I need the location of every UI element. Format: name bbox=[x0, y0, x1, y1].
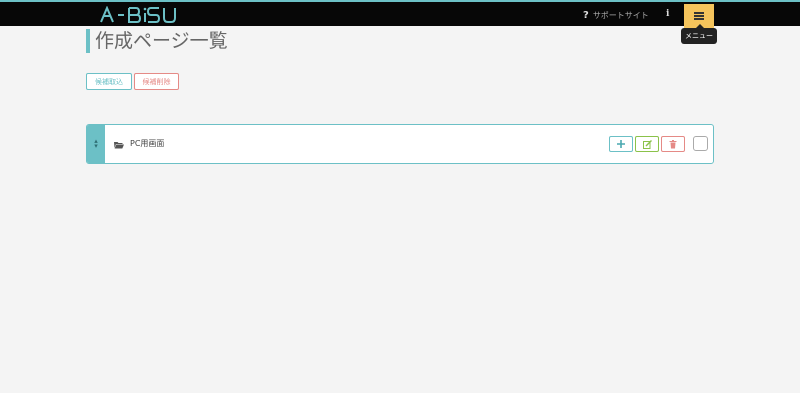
support-site-link[interactable]: ? サポートサイト bbox=[583, 7, 649, 23]
question-icon: ? bbox=[583, 9, 589, 21]
delete-button[interactable] bbox=[661, 136, 685, 152]
delete-candidates-button[interactable]: 候補削除 bbox=[134, 73, 179, 90]
logo[interactable] bbox=[99, 5, 187, 25]
sort-down-icon: ▾ bbox=[94, 142, 98, 150]
import-candidates-button[interactable]: 候補取込 bbox=[86, 73, 132, 90]
menu-tooltip: メニュー bbox=[681, 24, 717, 44]
hamburger-icon bbox=[694, 12, 704, 20]
plus-icon bbox=[617, 140, 625, 148]
a-bisu-logo bbox=[100, 6, 176, 23]
info-icon[interactable]: i bbox=[666, 9, 669, 19]
edit-icon bbox=[642, 139, 652, 149]
trash-icon bbox=[669, 139, 677, 148]
page-title: 作成ページ一覧 bbox=[86, 29, 228, 53]
list-item: ▴ ▾ PC用画面 bbox=[86, 124, 714, 164]
add-button[interactable] bbox=[609, 136, 633, 152]
support-site-label: サポートサイト bbox=[592, 10, 649, 20]
folder-open-icon bbox=[114, 142, 124, 149]
top-navbar: ? サポートサイト i bbox=[0, 0, 800, 28]
drag-handle[interactable]: ▴ ▾ bbox=[87, 125, 105, 163]
list-item-label[interactable]: PC用画面 bbox=[130, 138, 164, 150]
edit-button[interactable] bbox=[635, 136, 659, 152]
select-checkbox[interactable] bbox=[693, 136, 708, 151]
